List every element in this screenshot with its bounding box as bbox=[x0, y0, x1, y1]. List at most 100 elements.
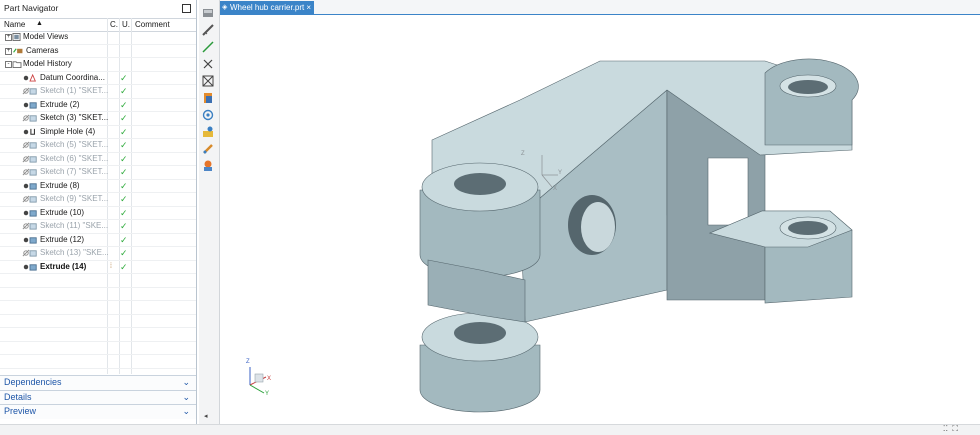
part-navigator-title: Part Navigator bbox=[0, 0, 196, 17]
reuse-library-icon[interactable] bbox=[201, 108, 215, 122]
up-to-date-check-icon: ✓ bbox=[120, 194, 128, 204]
tree-row-label: Sketch (11) "SKE... bbox=[40, 221, 109, 230]
fullscreen-icon[interactable]: ⛶ bbox=[952, 424, 958, 434]
graphics-window[interactable]: Z X Y Z Y X bbox=[220, 15, 980, 424]
up-to-date-check-icon: ✓ bbox=[120, 140, 128, 150]
tree-row[interactable]: Extrude (10) ✓ bbox=[0, 207, 196, 220]
section-dependencies[interactable]: Dependencies ⌄ bbox=[0, 375, 196, 390]
up-to-date-check-icon: ✓ bbox=[120, 261, 128, 272]
up-to-date-check-icon: ✓ bbox=[120, 126, 128, 137]
chevron-down-icon[interactable]: ⌄ bbox=[182, 376, 190, 390]
tree-row-label: Sketch (3) "SKET... bbox=[40, 113, 109, 122]
up-to-date-check-icon: ✓ bbox=[120, 167, 128, 177]
section-preview[interactable]: Preview ⌄ bbox=[0, 404, 196, 419]
tree-row-empty bbox=[0, 315, 196, 328]
section-label: Preview bbox=[4, 406, 37, 416]
column-u[interactable]: U. bbox=[122, 19, 130, 31]
expand-icon[interactable]: + bbox=[5, 47, 12, 55]
tree-row[interactable]: Sketch (13) "SKE... ✓ bbox=[0, 247, 196, 261]
up-to-date-check-icon: ✓ bbox=[120, 99, 128, 110]
tree-row[interactable]: Sketch (1) "SKET... ✓ bbox=[0, 85, 196, 99]
tree-row-label: Extrude (14) bbox=[40, 261, 87, 271]
tree-row-label: Sketch (9) "SKET... bbox=[40, 194, 109, 203]
up-to-date-check-icon: ✓ bbox=[120, 207, 128, 218]
status-indicator-icon[interactable]: ⁚⁚ bbox=[943, 424, 948, 433]
tree-row-label: Sketch (13) "SKE... bbox=[40, 248, 109, 257]
up-to-date-check-icon: ✓ bbox=[120, 221, 128, 231]
collapse-arrow-icon[interactable]: ◂ bbox=[204, 412, 208, 420]
section-details[interactable]: Details ⌄ bbox=[0, 389, 196, 405]
maximize-icon[interactable] bbox=[182, 4, 191, 13]
tree-row-label: Extrude (2) bbox=[40, 99, 80, 109]
up-to-date-check-icon: ✓ bbox=[120, 234, 128, 245]
triad-x-label: X bbox=[267, 376, 272, 382]
sort-ascending-icon[interactable]: ▲ bbox=[36, 18, 43, 30]
tree-row-label: Datum Coordina... bbox=[40, 72, 105, 82]
tree-row[interactable]: + Model Views bbox=[0, 31, 196, 45]
part-navigator-title-text: Part Navigator bbox=[4, 3, 59, 13]
history-icon[interactable] bbox=[201, 142, 215, 156]
palette-icon[interactable] bbox=[201, 159, 215, 173]
up-to-date-check-icon: ✓ bbox=[120, 153, 128, 164]
tree-row[interactable]: Extrude (14) ⁞ ✓ bbox=[0, 261, 196, 274]
close-icon[interactable] bbox=[201, 57, 215, 71]
tree-row-label: Model History bbox=[23, 59, 72, 68]
section-label: Dependencies bbox=[4, 377, 62, 387]
tree-row[interactable]: Sketch (5) "SKET... ✓ bbox=[0, 139, 196, 153]
model-view[interactable] bbox=[220, 15, 980, 424]
part-file-icon: ◈ bbox=[222, 4, 228, 11]
tree-row-empty bbox=[0, 301, 196, 315]
column-header: Name ▲ C. U. Comment bbox=[0, 18, 196, 32]
tree-row[interactable]: Sketch (7) "SKET... ✓ bbox=[0, 166, 196, 180]
tree-row-label: Sketch (1) "SKET... bbox=[40, 86, 109, 95]
roles-icon[interactable] bbox=[201, 125, 215, 139]
tree-row[interactable]: Extrude (8) ✓ bbox=[0, 180, 196, 193]
tree-row-empty bbox=[0, 328, 196, 342]
measure-icon[interactable] bbox=[201, 23, 215, 37]
column-c[interactable]: C. bbox=[110, 19, 118, 31]
tree-row[interactable]: Datum Coordina... ✓ bbox=[0, 72, 196, 85]
tree-row-empty bbox=[0, 288, 196, 301]
up-to-date-check-icon: ✓ bbox=[120, 72, 128, 83]
tree-row[interactable]: Simple Hole (4) ✓ bbox=[0, 126, 196, 139]
section-label: Details bbox=[4, 391, 32, 402]
tree-row-empty bbox=[0, 369, 196, 375]
datum-y-label: Y bbox=[558, 170, 563, 176]
tree-row[interactable]: Extrude (2) ✓ bbox=[0, 99, 196, 112]
wheel-hub-carrier-model[interactable] bbox=[419, 58, 859, 413]
view-triad bbox=[249, 367, 267, 394]
tree-row[interactable]: Sketch (9) "SKET... ✓ bbox=[0, 193, 196, 207]
tree-row-label: Sketch (7) "SKET... bbox=[40, 167, 109, 176]
current-feature-icon: ⁞ bbox=[110, 262, 112, 270]
tree-row-label: Extrude (8) bbox=[40, 180, 80, 190]
tree-row[interactable]: Sketch (3) "SKET... ✓ bbox=[0, 112, 196, 126]
tree-row[interactable]: + Cameras bbox=[0, 45, 196, 58]
column-name[interactable]: Name bbox=[4, 19, 25, 31]
tree-row-label: Extrude (10) bbox=[40, 207, 85, 217]
tab-wheel-hub-carrier[interactable]: ◈ Wheel hub carrier.prt × bbox=[220, 1, 314, 14]
tree-row-label: Simple Hole (4) bbox=[40, 126, 96, 136]
tree-row-empty bbox=[0, 274, 196, 288]
up-to-date-check-icon: ✓ bbox=[120, 86, 128, 96]
tree-row-label: Model Views bbox=[23, 32, 69, 41]
tree-row-label: Sketch (6) "SKET... bbox=[40, 153, 109, 163]
triad-y-label: Y bbox=[265, 391, 270, 397]
part-navigator-icon[interactable] bbox=[201, 6, 215, 20]
tree-row[interactable]: Sketch (11) "SKE... ✓ bbox=[0, 220, 196, 234]
tree-row[interactable]: - Model History bbox=[0, 58, 196, 72]
tree-row[interactable]: Extrude (12) ✓ bbox=[0, 234, 196, 247]
up-to-date-check-icon: ✓ bbox=[120, 248, 128, 258]
tree-row[interactable]: Sketch (6) "SKET... ✓ bbox=[0, 153, 196, 166]
tab-close-icon[interactable]: × bbox=[306, 1, 311, 14]
datum-z-label: Z bbox=[521, 151, 525, 157]
chevron-down-icon[interactable]: ⌄ bbox=[182, 391, 190, 405]
chevron-down-icon[interactable]: ⌄ bbox=[182, 405, 190, 419]
column-comment[interactable]: Comment bbox=[135, 19, 170, 31]
expand-icon[interactable]: + bbox=[5, 34, 12, 41]
line-icon[interactable] bbox=[201, 40, 215, 54]
collapse-icon[interactable]: - bbox=[5, 61, 12, 68]
status-bar: ⁚⁚ ⛶ bbox=[0, 424, 980, 435]
tree-row-label: Cameras bbox=[26, 45, 59, 55]
box-x-icon[interactable] bbox=[201, 74, 215, 88]
material-icon[interactable] bbox=[201, 91, 215, 105]
